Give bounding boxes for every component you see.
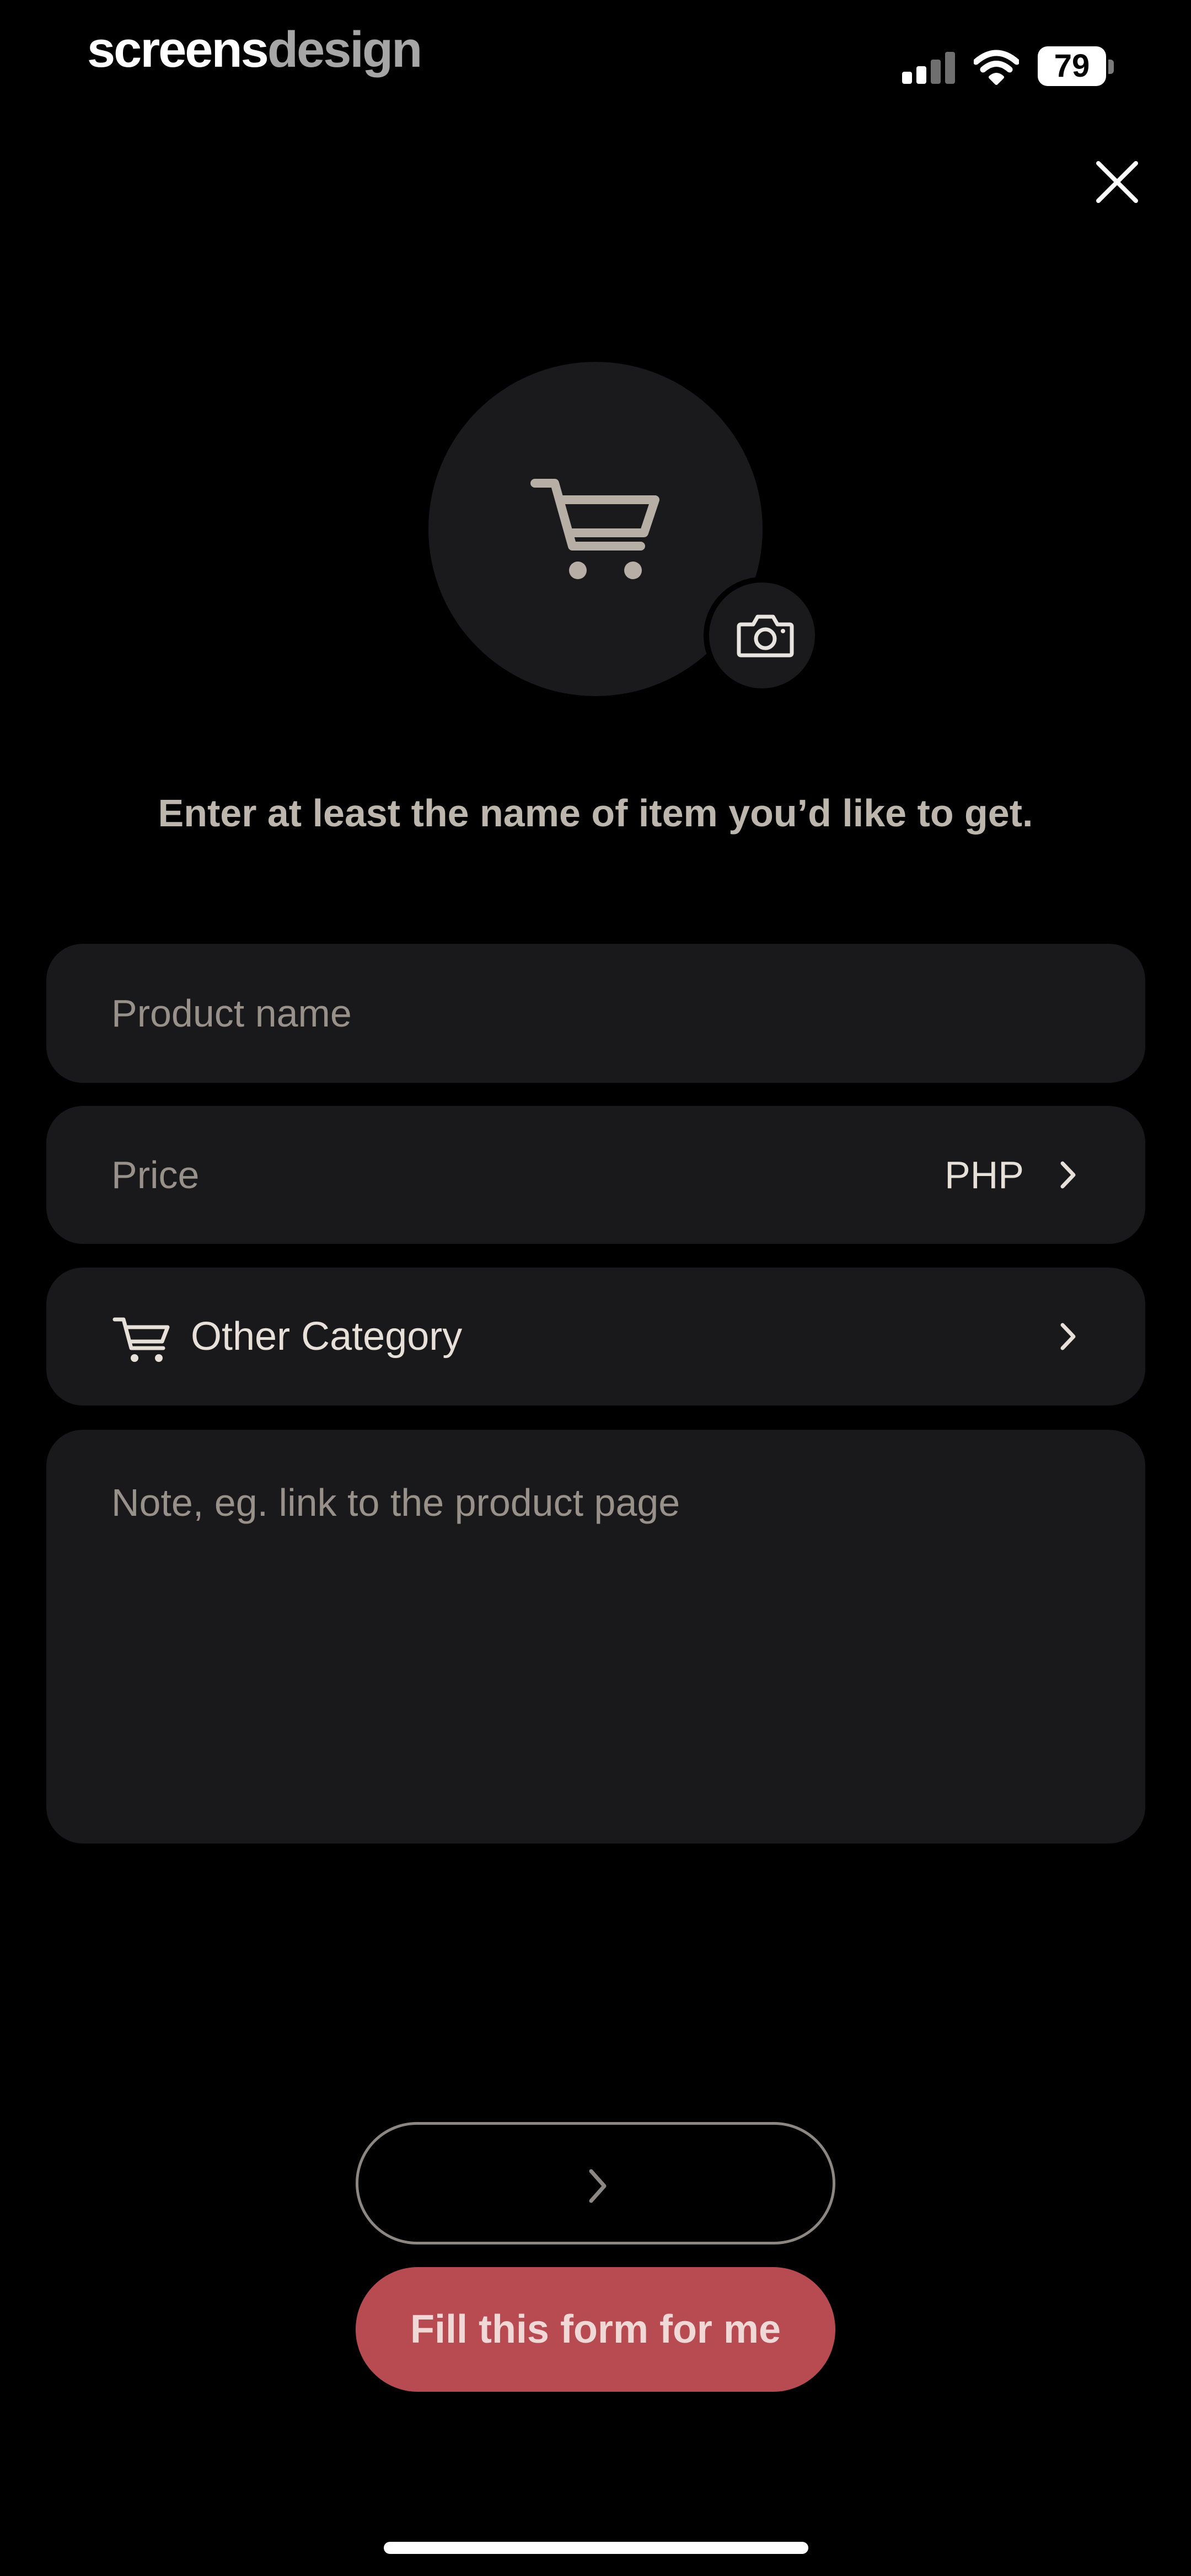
form-instruction: Enter at least the name of item you’d li…	[158, 792, 1033, 835]
close-icon[interactable]	[1092, 157, 1142, 207]
battery-nub	[1108, 60, 1114, 74]
next-button[interactable]	[356, 2122, 835, 2244]
battery-indicator: 79	[1038, 46, 1115, 86]
chevron-right-icon	[1060, 1323, 1076, 1350]
battery-level: 79	[1054, 48, 1090, 84]
currency-selector[interactable]: PHP	[945, 1106, 1024, 1244]
cart-icon	[112, 1317, 170, 1362]
category-selector[interactable]: Other Category	[46, 1268, 1145, 1405]
brand-part1: screens	[87, 22, 269, 78]
product-name-field[interactable]	[46, 944, 1145, 1083]
camera-icon	[737, 614, 794, 658]
fill-form-button[interactable]: Fill this form for me	[356, 2267, 835, 2392]
cellular-signal-icon	[902, 51, 957, 84]
brand-part2: design	[267, 22, 422, 78]
add-photo-button[interactable]	[704, 577, 820, 694]
category-label: Other Category	[191, 1314, 463, 1359]
price-field[interactable]: PHP	[46, 1106, 1145, 1244]
price-input[interactable]	[111, 1106, 773, 1244]
note-textarea[interactable]	[111, 1478, 1082, 1809]
product-name-input[interactable]	[111, 944, 1049, 1083]
cart-icon	[530, 479, 659, 579]
home-indicator[interactable]	[384, 2542, 808, 2554]
note-field[interactable]	[46, 1430, 1145, 1843]
wifi-icon	[974, 50, 1019, 85]
fill-form-label: Fill this form for me	[410, 2307, 781, 2351]
battery-body: 79	[1038, 46, 1106, 86]
chevron-right-icon[interactable]	[1055, 1159, 1081, 1191]
screensdesign-watermark: screensdesign	[87, 22, 422, 78]
chevron-right-icon	[589, 2169, 607, 2203]
